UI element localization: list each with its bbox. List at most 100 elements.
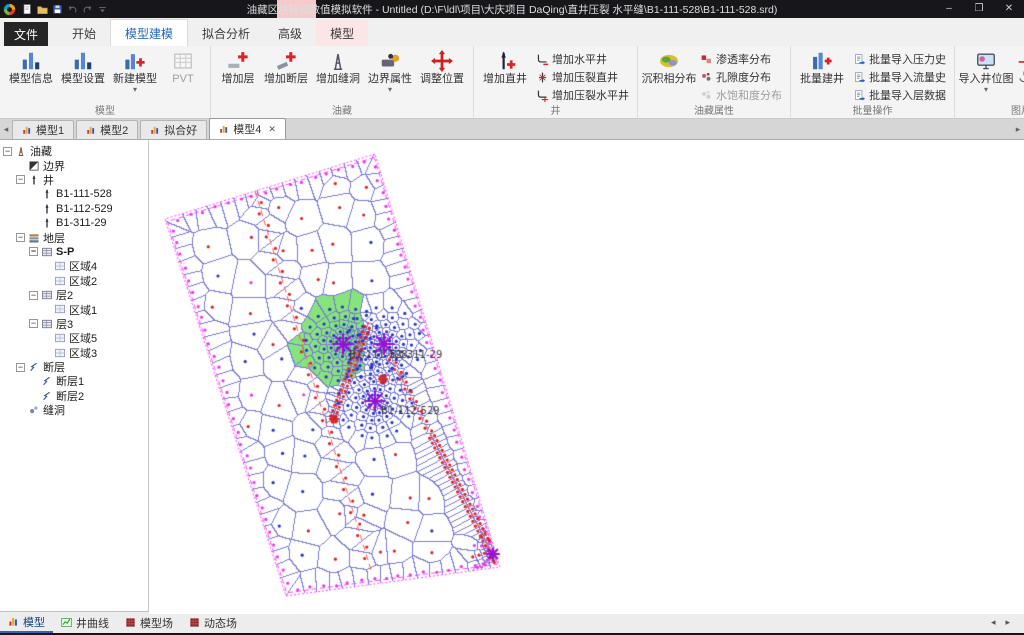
tab-file[interactable]: 文件 bbox=[4, 22, 48, 46]
voronoi-grid-view[interactable] bbox=[149, 140, 1024, 614]
tab-fitting-analysis[interactable]: 拟合分析 bbox=[188, 20, 264, 46]
tab-model-building[interactable]: 模型建模 bbox=[110, 19, 188, 46]
tab-start[interactable]: 开始 bbox=[58, 20, 110, 46]
batch-create-wells-button[interactable]: 批量建井 bbox=[796, 48, 848, 86]
tab-advanced[interactable]: 高级 bbox=[264, 20, 316, 46]
quick-access-toolbar bbox=[22, 4, 108, 15]
ribbon-group-batch-operations: 批量建井 批量导入压力史 批量导入流量史 批量导入层数据 bbox=[791, 46, 955, 118]
add-fracture-cave-button[interactable]: 增加缝洞 bbox=[312, 48, 364, 86]
tree-item-strata[interactable]: −地层 bbox=[0, 230, 148, 244]
add-fractured-vertical-well-button[interactable]: 增加压裂直井 bbox=[533, 68, 632, 86]
view-tab-well-curves[interactable]: 井曲线 bbox=[53, 612, 117, 633]
app-window: 油藏区块精细数值模拟软件 - Untitled (D:\F\ldl\项目\大庆项… bbox=[0, 0, 1024, 635]
add-vertical-well-button[interactable]: 增加直井 bbox=[479, 48, 531, 86]
layer-icon bbox=[41, 246, 53, 258]
document-tab-model2[interactable]: 模型2 bbox=[76, 120, 138, 139]
expander-icon[interactable]: − bbox=[16, 233, 25, 242]
view-tab-model-field[interactable]: 模型场 bbox=[117, 612, 181, 633]
document-tab-model1[interactable]: 模型1 bbox=[12, 120, 74, 139]
document-tab-model4[interactable]: 模型4 ✕ bbox=[209, 118, 286, 139]
dynamic-field-icon bbox=[189, 617, 200, 628]
group-caption-reservoir: 油藏 bbox=[211, 102, 473, 117]
expander-icon[interactable]: − bbox=[29, 319, 38, 328]
boundary-attributes-button[interactable]: 边界属性 ▾ bbox=[364, 48, 416, 94]
model-info-button[interactable]: 模型信息 bbox=[5, 48, 57, 86]
view-tab-dynamic-field[interactable]: 动态场 bbox=[181, 612, 245, 633]
tree-item-layer2[interactable]: −层2 bbox=[0, 288, 148, 302]
sedimentary-facies-distribution-button[interactable]: 沉积相分布 bbox=[643, 48, 695, 86]
minimize-button[interactable]: – bbox=[934, 0, 964, 18]
import-layer-data-icon bbox=[853, 89, 866, 102]
tree-item-fault1[interactable]: 断层1 bbox=[0, 374, 148, 388]
tree-item-region5[interactable]: 区域5 bbox=[0, 331, 148, 345]
batch-import-pressure-history-button[interactable]: 批量导入压力史 bbox=[850, 50, 949, 68]
add-horizontal-well-button[interactable]: 增加水平井 bbox=[533, 50, 632, 68]
tree-item-well-b1-112-529[interactable]: B1-112-529 bbox=[0, 202, 148, 216]
tree-item-faults[interactable]: −断层 bbox=[0, 360, 148, 374]
permeability-distribution-button[interactable]: 渗透率分布 bbox=[697, 50, 785, 68]
model-field-icon bbox=[125, 617, 136, 628]
tree-item-reservoir[interactable]: −油藏 bbox=[0, 144, 148, 158]
tree-item-layer-sp[interactable]: −S-P bbox=[0, 245, 148, 259]
tree-item-fault2[interactable]: 断层2 bbox=[0, 389, 148, 403]
expander-icon[interactable]: − bbox=[16, 363, 25, 372]
new-file-icon[interactable] bbox=[22, 4, 33, 15]
import-well-location-map-button[interactable]: 导入井位图 ▾ bbox=[960, 48, 1012, 94]
save-icon[interactable] bbox=[52, 4, 63, 15]
tree-item-region4[interactable]: 区域4 bbox=[0, 259, 148, 273]
batch-import-flow-history-button[interactable]: 批量导入流量史 bbox=[850, 68, 949, 86]
model-settings-button[interactable]: 模型设置 bbox=[57, 48, 109, 86]
expander-icon[interactable]: − bbox=[29, 291, 38, 300]
add-layer-button[interactable]: 增加层 bbox=[216, 48, 260, 86]
app-logo-icon[interactable] bbox=[3, 3, 16, 16]
tree-item-region2[interactable]: 区域2 bbox=[0, 274, 148, 288]
porosity-distribution-button[interactable]: 孔隙度分布 bbox=[697, 68, 785, 86]
add-fault-button[interactable]: 增加断层 bbox=[260, 48, 312, 86]
close-button[interactable]: ✕ bbox=[994, 0, 1024, 18]
expander-icon[interactable]: − bbox=[29, 247, 38, 256]
tree-item-well-b1-311-29[interactable]: B1-311-29 bbox=[0, 216, 148, 230]
tree-item-layer3[interactable]: −层3 bbox=[0, 317, 148, 331]
qat-customize-icon[interactable] bbox=[97, 4, 108, 15]
document-tab-fitted[interactable]: 拟合好 bbox=[140, 120, 207, 139]
doc-tabs-scroll-left-icon[interactable]: ◂ bbox=[0, 124, 12, 135]
open-file-icon[interactable] bbox=[37, 4, 48, 15]
close-tab-icon[interactable]: ✕ bbox=[268, 124, 276, 135]
scale-transform-icon bbox=[1017, 71, 1024, 84]
doc-tabs-scroll-right-icon[interactable]: ▸ bbox=[1012, 124, 1024, 135]
scale-transform-button[interactable]: 比例变换 bbox=[1014, 68, 1024, 86]
undo-icon[interactable] bbox=[67, 4, 78, 15]
pvt-table-icon bbox=[172, 50, 194, 72]
water-saturation-icon bbox=[700, 89, 713, 102]
status-scroll-left-icon[interactable]: ◂ bbox=[991, 617, 996, 628]
tab-model-contextual[interactable]: 模型 bbox=[316, 20, 368, 46]
new-model-icon bbox=[124, 50, 146, 72]
import-pressure-history-icon bbox=[853, 53, 866, 66]
sedimentary-facies-icon bbox=[658, 50, 680, 72]
import-well-location-map-icon bbox=[975, 50, 997, 72]
restore-button[interactable]: ❐ bbox=[964, 0, 994, 18]
redo-icon[interactable] bbox=[82, 4, 93, 15]
tree-item-boundary[interactable]: 边界 bbox=[0, 158, 148, 172]
fault-category-icon bbox=[28, 361, 40, 373]
expander-icon[interactable]: − bbox=[16, 175, 25, 184]
tree-item-fracture-cave[interactable]: 缝洞 bbox=[0, 403, 148, 417]
chevron-down-icon: ▾ bbox=[388, 86, 392, 94]
view-tab-model[interactable]: 模型 bbox=[0, 612, 53, 633]
ribbon-group-reservoir: 增加层 增加断层 增加缝洞 边界属性 ▾ 调整位置 bbox=[211, 46, 474, 118]
strata-icon bbox=[28, 232, 40, 244]
status-scroll-right-icon[interactable]: ▸ bbox=[1005, 617, 1010, 628]
adjust-position-button[interactable]: 调整位置 bbox=[416, 48, 468, 86]
tree-item-well-b1-111-528[interactable]: B1-111-528 bbox=[0, 187, 148, 201]
model-canvas[interactable] bbox=[149, 140, 1024, 611]
new-model-button[interactable]: 新建模型 ▾ bbox=[109, 48, 161, 94]
tree-item-region3[interactable]: 区域3 bbox=[0, 345, 148, 359]
import-gptmap-button[interactable]: 导入GPTMap bbox=[1014, 50, 1024, 68]
add-vertical-well-icon bbox=[494, 50, 516, 72]
region-icon bbox=[54, 275, 66, 287]
tree-item-wells[interactable]: −井 bbox=[0, 173, 148, 187]
tree-item-region1[interactable]: 区域1 bbox=[0, 302, 148, 316]
fault-icon bbox=[41, 375, 53, 387]
expander-icon[interactable]: − bbox=[3, 147, 12, 156]
pvt-button[interactable]: PVT bbox=[161, 48, 205, 86]
